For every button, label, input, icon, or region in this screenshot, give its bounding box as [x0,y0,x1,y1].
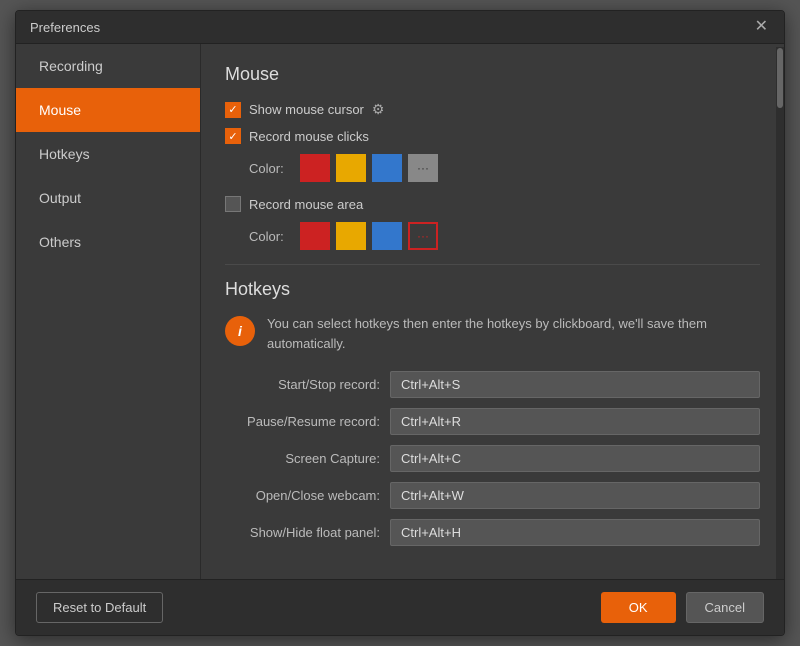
dialog-body: Recording Mouse Hotkeys Output Others Mo… [16,44,784,579]
sidebar-item-others[interactable]: Others [16,220,200,264]
hotkey-pause-resume-label: Pause/Resume record: [225,414,390,429]
main-content: Mouse ✓ Show mouse cursor ⚙ ✓ Record mou… [201,44,784,579]
ok-button[interactable]: OK [601,592,676,623]
gear-icon[interactable]: ⚙ [372,101,385,118]
sidebar-item-output[interactable]: Output [16,176,200,220]
sidebar-item-mouse[interactable]: Mouse [16,88,200,132]
record-clicks-checkbox[interactable]: ✓ [225,128,241,144]
area-color-more[interactable]: ··· [408,222,438,250]
area-color-blue[interactable] [372,222,402,250]
record-area-row: Record mouse area [225,196,760,212]
sidebar-item-hotkeys[interactable]: Hotkeys [16,132,200,176]
hotkey-start-stop-input[interactable] [390,371,760,398]
sidebar: Recording Mouse Hotkeys Output Others [16,44,201,579]
title-bar: Preferences ✕ [16,11,784,44]
area-color-label: Color: [249,229,294,244]
reset-to-default-button[interactable]: Reset to Default [36,592,163,623]
preferences-dialog: Preferences ✕ Recording Mouse Hotkeys Ou… [15,10,785,636]
hotkey-float-panel: Show/Hide float panel: [225,519,760,546]
hotkey-pause-resume: Pause/Resume record: [225,408,760,435]
clicks-color-blue[interactable] [372,154,402,182]
sidebar-item-recording[interactable]: Recording [16,44,200,88]
mouse-section: Mouse ✓ Show mouse cursor ⚙ ✓ Record mou… [225,64,760,250]
dialog-title: Preferences [30,20,100,35]
record-clicks-label: Record mouse clicks [249,129,369,144]
show-cursor-checkbox[interactable]: ✓ [225,102,241,118]
area-color-row: Color: ··· [249,222,760,250]
hotkey-webcam-input[interactable] [390,482,760,509]
record-area-checkbox[interactable] [225,196,241,212]
record-area-label: Record mouse area [249,197,363,212]
hotkey-start-stop: Start/Stop record: [225,371,760,398]
mouse-section-title: Mouse [225,64,760,85]
info-text: You can select hotkeys then enter the ho… [267,314,760,353]
footer: Reset to Default OK Cancel [16,579,784,635]
scrollbar-thumb[interactable] [777,48,783,108]
record-clicks-row: ✓ Record mouse clicks [225,128,760,144]
clicks-color-yellow[interactable] [336,154,366,182]
area-color-yellow[interactable] [336,222,366,250]
show-cursor-label: Show mouse cursor [249,102,364,117]
show-cursor-row: ✓ Show mouse cursor ⚙ [225,101,760,118]
clicks-color-row: Color: ··· [249,154,760,182]
cancel-button[interactable]: Cancel [686,592,764,623]
hotkey-webcam: Open/Close webcam: [225,482,760,509]
clicks-color-label: Color: [249,161,294,176]
scrollbar-track[interactable] [776,47,784,579]
section-divider [225,264,760,265]
hotkey-float-panel-input[interactable] [390,519,760,546]
clicks-color-more[interactable]: ··· [408,154,438,182]
hotkeys-section-title: Hotkeys [225,279,760,300]
area-color-red[interactable] [300,222,330,250]
hotkeys-section: Hotkeys i You can select hotkeys then en… [225,279,760,546]
clicks-color-red[interactable] [300,154,330,182]
hotkey-screen-capture: Screen Capture: [225,445,760,472]
hotkey-screen-capture-label: Screen Capture: [225,451,390,466]
footer-buttons: OK Cancel [601,592,764,623]
close-button[interactable]: ✕ [753,19,770,35]
info-box: i You can select hotkeys then enter the … [225,314,760,353]
hotkey-float-panel-label: Show/Hide float panel: [225,525,390,540]
hotkey-start-stop-label: Start/Stop record: [225,377,390,392]
hotkey-screen-capture-input[interactable] [390,445,760,472]
info-icon: i [225,316,255,346]
hotkey-webcam-label: Open/Close webcam: [225,488,390,503]
hotkey-pause-resume-input[interactable] [390,408,760,435]
